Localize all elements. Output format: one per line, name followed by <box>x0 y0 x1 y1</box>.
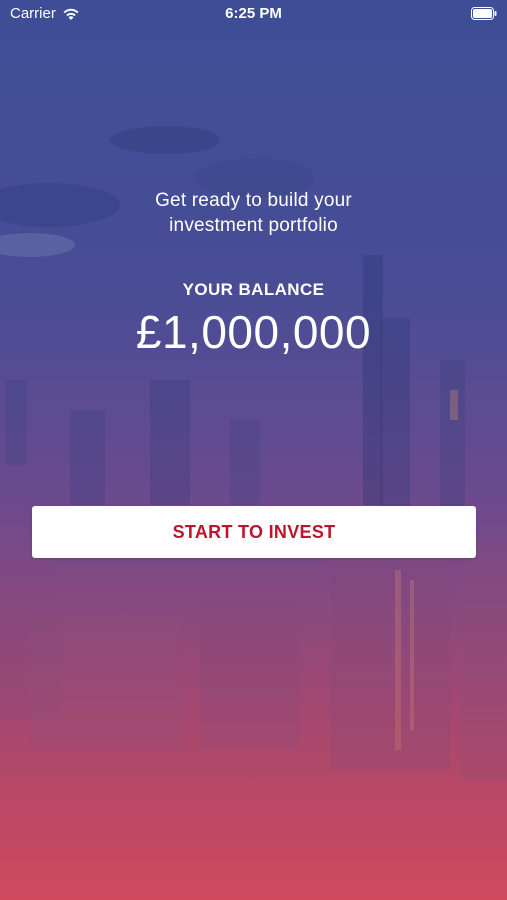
battery-icon <box>471 7 497 20</box>
tagline-line-1: Get ready to build your <box>155 190 352 211</box>
gradient-overlay <box>0 0 507 900</box>
tagline: Get ready to build your investment portf… <box>0 188 507 238</box>
balance-amount: £1,000,000 <box>135 306 372 358</box>
start-to-invest-button[interactable]: START TO INVEST <box>32 506 476 558</box>
balance-label: YOUR BALANCE <box>182 280 325 299</box>
tagline-line-2: investment portfolio <box>169 215 338 236</box>
status-time: 6:25 PM <box>225 5 282 22</box>
status-bar: Carrier 6:25 PM <box>0 0 507 28</box>
onboarding-screen: Carrier 6:25 PM Get ready to build your … <box>0 0 507 900</box>
